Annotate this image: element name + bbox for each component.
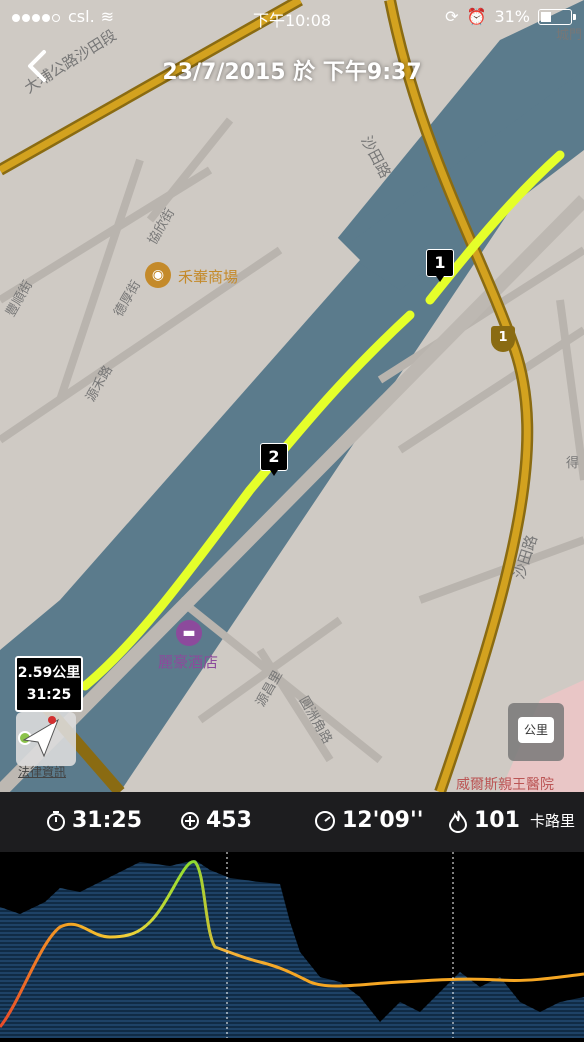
- distance-callout: 2.59公里 31:25: [15, 656, 83, 712]
- road-shield-icon: 1: [491, 326, 515, 352]
- map-view[interactable]: 大埔公路沙田段 沙田路 沙田路 協欣街 ◉ 禾輋商場 德厚街 源禾路 豐順街 ▬…: [0, 0, 584, 792]
- elevation-icon: [181, 811, 199, 830]
- time-value: 31:25: [26, 687, 72, 703]
- elevation-area: [0, 860, 584, 1038]
- battery-percent: 31%: [494, 7, 530, 26]
- alarm-icon: ⏰: [466, 7, 487, 26]
- unit-label: 公里: [518, 717, 554, 743]
- stat-elevation: 453: [180, 808, 252, 833]
- stat-calories: 101 卡路里: [448, 808, 575, 833]
- flame-icon: [448, 809, 468, 833]
- map-label-area: 得: [566, 456, 580, 471]
- map-label-hospital: 威爾斯親王醫院: [456, 777, 554, 792]
- km-marker-2[interactable]: 2: [260, 443, 288, 476]
- status-right: ⟳ ⏰ 31%: [445, 7, 576, 26]
- speedometer-icon: [315, 810, 335, 831]
- location-arrow-icon: [18, 716, 59, 758]
- stats-bar: 31:25 453 12'09'' 101 卡路里: [0, 792, 584, 852]
- km-marker-1[interactable]: 1: [426, 249, 454, 282]
- calories-value: 101: [474, 808, 520, 833]
- rotation-lock-icon: ⟳: [445, 7, 459, 26]
- stopwatch-icon: [47, 810, 65, 831]
- map-label-mall: 禾輋商場: [178, 268, 239, 286]
- chart-canvas: [0, 852, 584, 1038]
- locate-button[interactable]: [16, 712, 76, 766]
- unit-toggle-button[interactable]: 公里: [508, 703, 564, 761]
- nav-bar: 23/7/2015 於 下午9:37: [0, 42, 584, 90]
- stat-duration: 31:25: [46, 808, 142, 833]
- pace-elevation-chart[interactable]: [0, 852, 584, 1038]
- status-bar: csl. ≋ 下午10:08 ⟳ ⏰ 31%: [0, 0, 584, 34]
- legal-link[interactable]: 法律資訊: [18, 763, 66, 780]
- map-label-hotel: 麗豪酒店: [158, 653, 219, 671]
- hotel-icon: ▬: [176, 620, 202, 646]
- page-title: 23/7/2015 於 下午9:37: [162, 60, 422, 85]
- pace-value: 12'09'': [342, 808, 424, 833]
- calories-unit: 卡路里: [529, 812, 575, 830]
- elevation-value: 453: [206, 808, 252, 833]
- stat-pace: 12'09'': [314, 808, 423, 833]
- distance-value: 2.59公里: [17, 665, 81, 681]
- battery-icon: [538, 8, 576, 25]
- duration-value: 31:25: [72, 808, 143, 833]
- shopping-icon: ◉: [145, 262, 171, 288]
